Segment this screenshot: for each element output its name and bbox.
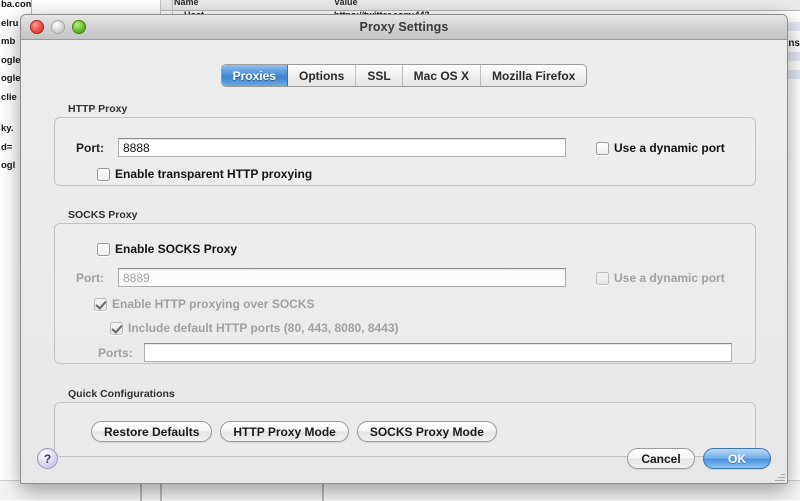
http-dynamic-port-label: Use a dynamic port	[614, 141, 725, 155]
checkbox-box-icon	[596, 142, 609, 155]
close-button-icon[interactable]	[30, 20, 44, 34]
restore-defaults-button[interactable]: Restore Defaults	[91, 421, 212, 442]
dialog-titlebar[interactable]: Proxy Settings	[21, 15, 787, 40]
bg-text-fragment: ba.com	[0, 0, 31, 10]
socks-port-label: Port:	[76, 271, 114, 285]
dialog-title: Proxy Settings	[360, 20, 449, 34]
transparent-http-proxying-label: Enable transparent HTTP proxying	[115, 167, 312, 181]
resize-grip-icon[interactable]	[773, 470, 785, 482]
minimize-button-icon[interactable]	[51, 20, 65, 34]
quick-configurations-label: Quick Configurations	[68, 388, 175, 400]
window-controls	[30, 20, 86, 34]
socks-proxy-mode-button[interactable]: SOCKS Proxy Mode	[357, 421, 497, 442]
background-column-name: Name	[174, 0, 199, 7]
socks-ports-row: Ports:	[98, 343, 732, 362]
http-proxy-mode-button[interactable]: HTTP Proxy Mode	[220, 421, 348, 442]
transparent-http-proxying-checkbox[interactable]: Enable transparent HTTP proxying	[97, 167, 312, 181]
enable-socks-proxy-label: Enable SOCKS Proxy	[115, 242, 237, 256]
socks-port-row: Port: 8889	[76, 268, 566, 287]
tab-mozilla-firefox[interactable]: Mozilla Firefox	[481, 65, 586, 86]
background-table-header: Name Value	[160, 0, 800, 11]
checkbox-box-icon	[596, 272, 609, 285]
socks-dynamic-port-checkbox[interactable]: Use a dynamic port	[596, 271, 725, 285]
include-default-http-ports-checkbox[interactable]: Include default HTTP ports (80, 443, 808…	[110, 321, 399, 335]
http-over-socks-checkbox[interactable]: Enable HTTP proxying over SOCKS	[94, 297, 315, 311]
socks-ports-input[interactable]	[144, 343, 732, 362]
proxy-settings-dialog: Proxy Settings Proxies Options SSL Mac O…	[20, 14, 788, 484]
checkbox-box-icon	[94, 298, 107, 311]
ok-button[interactable]: OK	[703, 448, 771, 469]
socks-proxy-group-box: Enable SOCKS Proxy Port: 8889 Use a dyna…	[54, 223, 756, 364]
include-default-http-ports-label: Include default HTTP ports (80, 443, 808…	[128, 321, 399, 335]
dialog-footer: ? Cancel OK	[21, 440, 787, 484]
socks-dynamic-port-label: Use a dynamic port	[614, 271, 725, 285]
socks-port-input[interactable]: 8889	[118, 268, 566, 287]
cancel-button[interactable]: Cancel	[627, 448, 695, 469]
tab-proxies[interactable]: Proxies	[222, 65, 288, 86]
http-proxy-group-box: Port: 8888 Use a dynamic port Enable tra…	[54, 117, 756, 186]
tab-ssl[interactable]: SSL	[356, 65, 402, 86]
checkbox-box-icon	[97, 168, 110, 181]
socks-ports-label: Ports:	[98, 346, 140, 360]
http-dynamic-port-checkbox[interactable]: Use a dynamic port	[596, 141, 725, 155]
http-port-input[interactable]: 8888	[118, 138, 566, 157]
tab-mac-os-x[interactable]: Mac OS X	[403, 65, 481, 86]
enable-socks-proxy-checkbox[interactable]: Enable SOCKS Proxy	[97, 242, 237, 256]
tab-options[interactable]: Options	[288, 65, 356, 86]
socks-proxy-group: SOCKS Proxy Enable SOCKS Proxy Port: 888…	[54, 210, 756, 364]
dialog-body: Proxies Options SSL Mac OS X Mozilla Fir…	[21, 40, 787, 484]
http-port-label: Port:	[76, 141, 114, 155]
checkbox-box-icon	[97, 243, 110, 256]
zoom-button-icon[interactable]	[72, 20, 86, 34]
http-over-socks-label: Enable HTTP proxying over SOCKS	[112, 297, 315, 311]
socks-proxy-group-label: SOCKS Proxy	[68, 209, 137, 221]
checkbox-box-icon	[110, 322, 123, 335]
http-proxy-group: HTTP Proxy Port: 8888 Use a dynamic port…	[54, 104, 756, 186]
http-proxy-group-label: HTTP Proxy	[68, 103, 127, 115]
http-port-row: Port: 8888	[76, 138, 566, 157]
tab-bar: Proxies Options SSL Mac OS X Mozilla Fir…	[21, 64, 787, 88]
background-column-value: Value	[334, 0, 358, 7]
help-button-icon[interactable]: ?	[37, 448, 58, 469]
